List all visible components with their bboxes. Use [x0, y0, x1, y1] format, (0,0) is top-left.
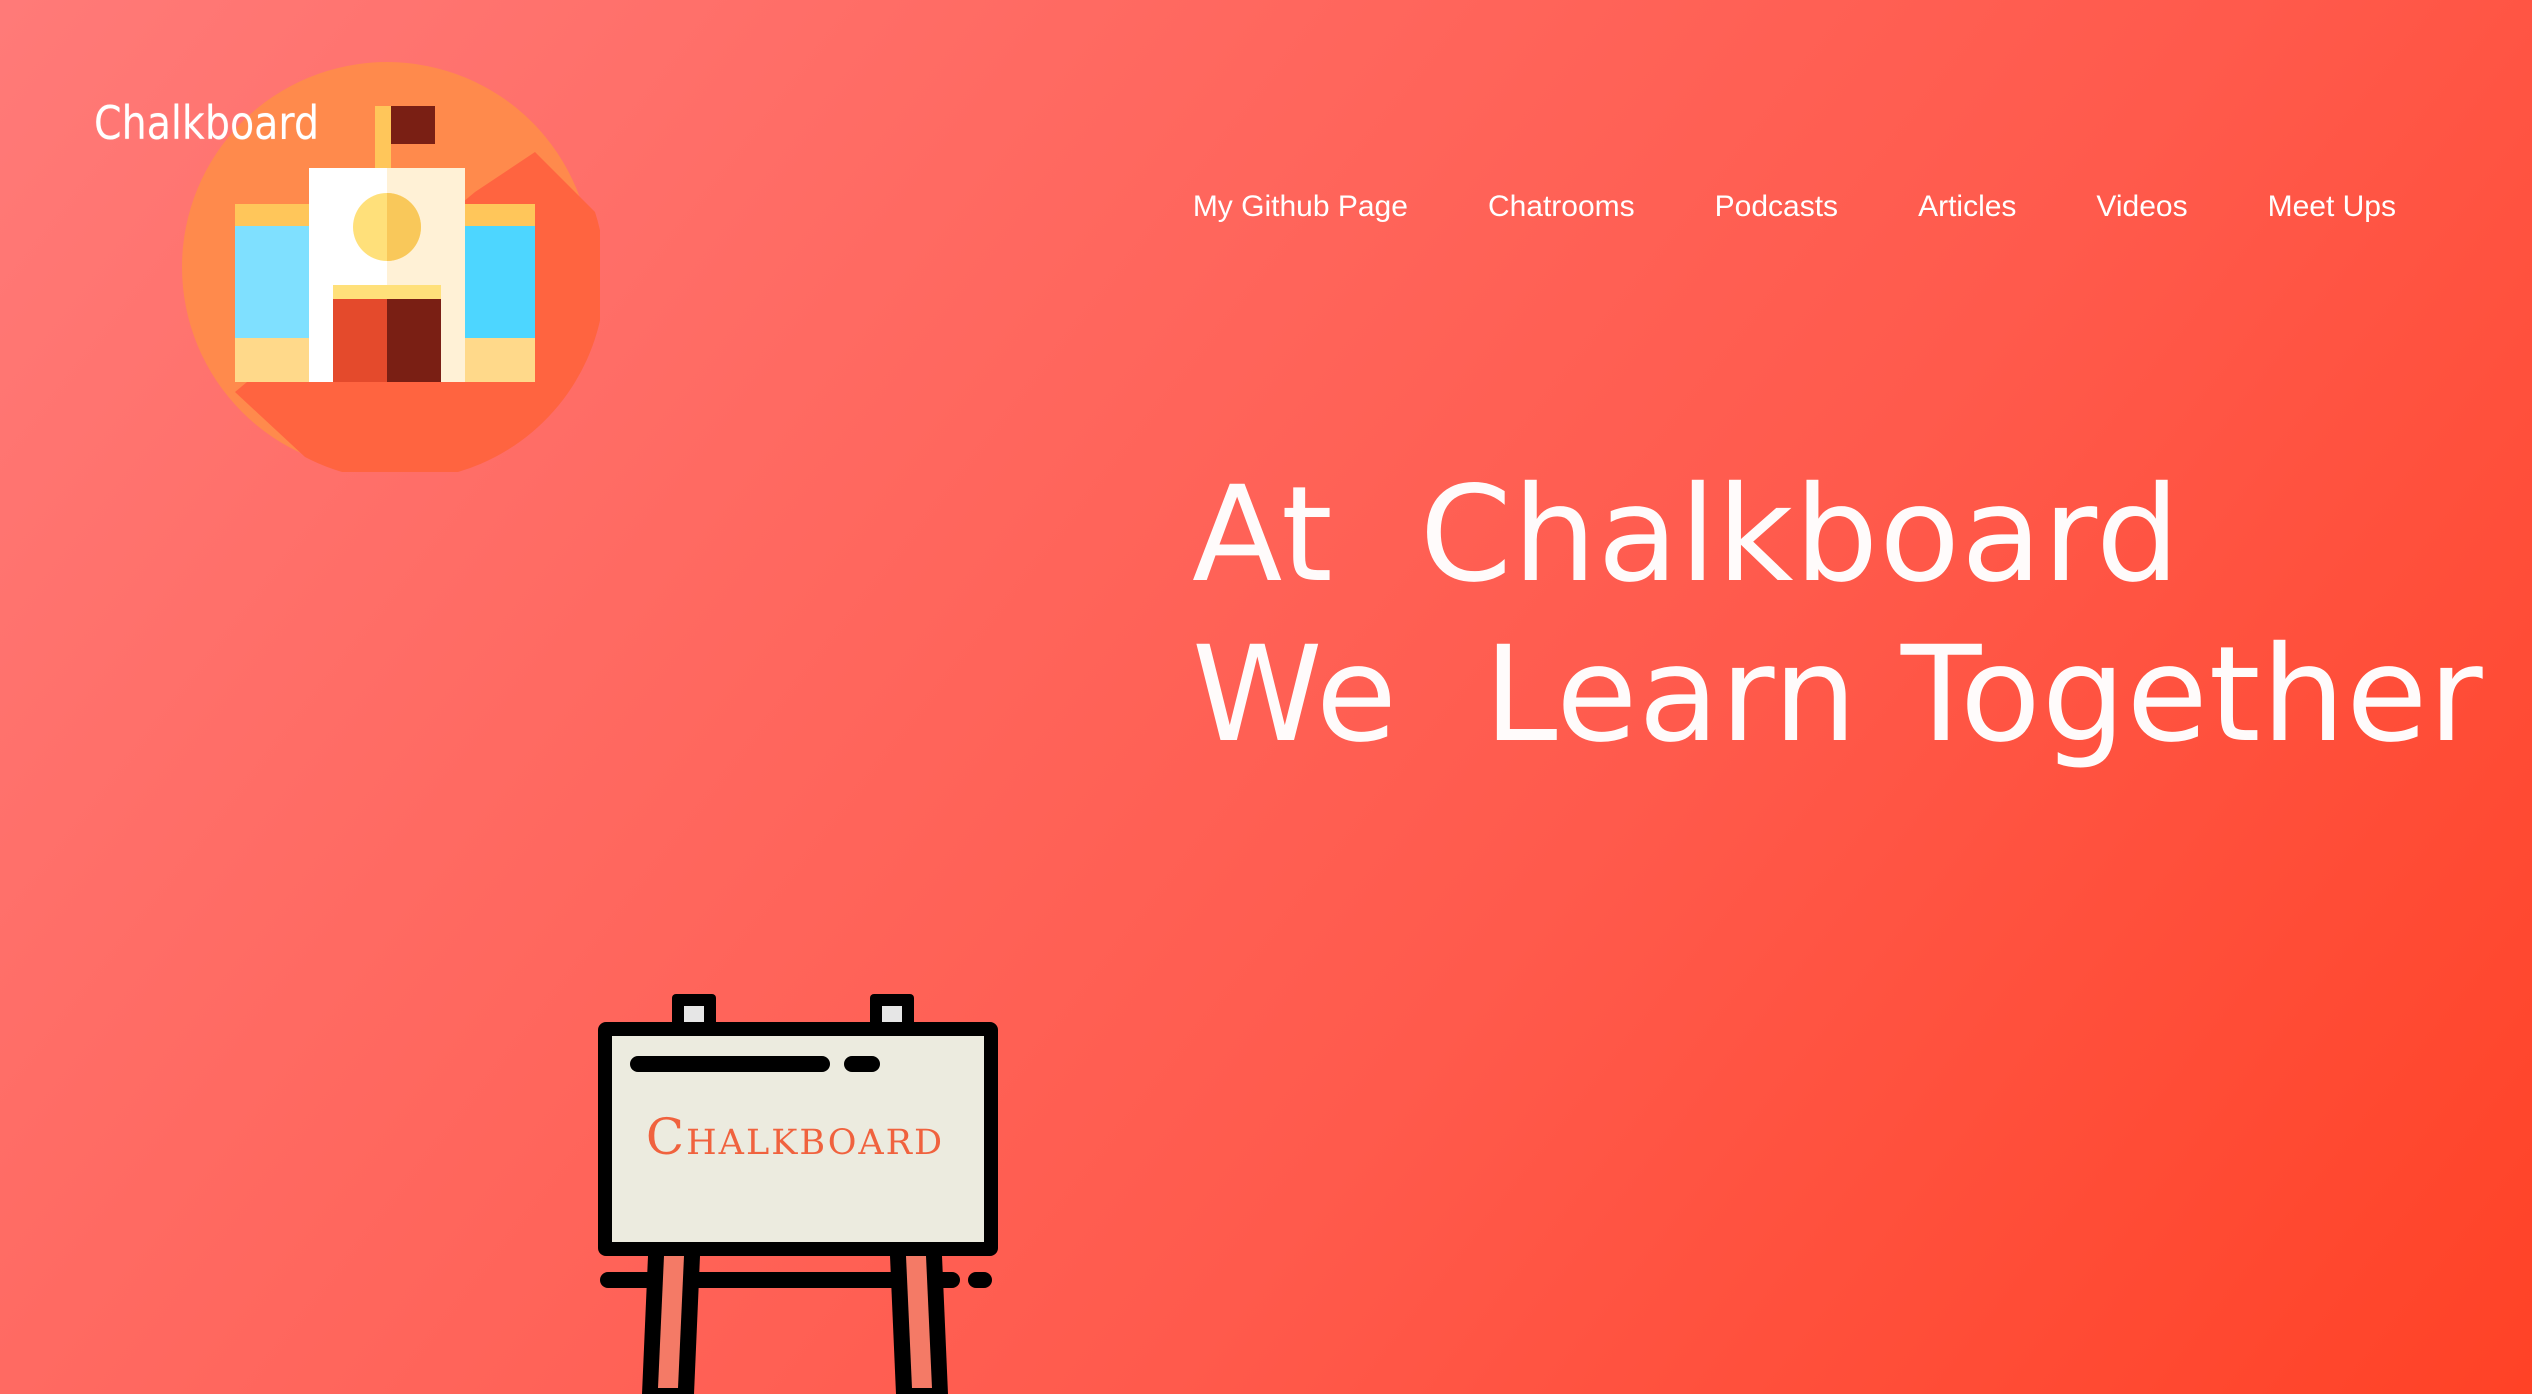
hero-line-2: We Learn Together [1192, 618, 2484, 772]
easel-sign-text: Chalkboard [645, 1108, 945, 1166]
nav-link-videos[interactable]: Videos [2096, 190, 2187, 224]
brand-name[interactable]: Chalkboard [94, 96, 319, 150]
hero-heading: At Chalkboard We Learn Together [1192, 455, 2484, 775]
hero-line-1: At Chalkboard [1192, 458, 2181, 612]
main-nav: My Github Page Chatrooms Podcasts Articl… [1113, 190, 2396, 224]
nav-link-articles[interactable]: Articles [1918, 190, 2016, 224]
nav-link-chatrooms[interactable]: Chatrooms [1488, 190, 1635, 224]
nav-link-podcasts[interactable]: Podcasts [1715, 190, 1838, 224]
nav-link-meetups[interactable]: Meet Ups [2268, 190, 2396, 224]
easel-board-icon [598, 994, 998, 1394]
nav-link-github[interactable]: My Github Page [1193, 190, 1408, 224]
